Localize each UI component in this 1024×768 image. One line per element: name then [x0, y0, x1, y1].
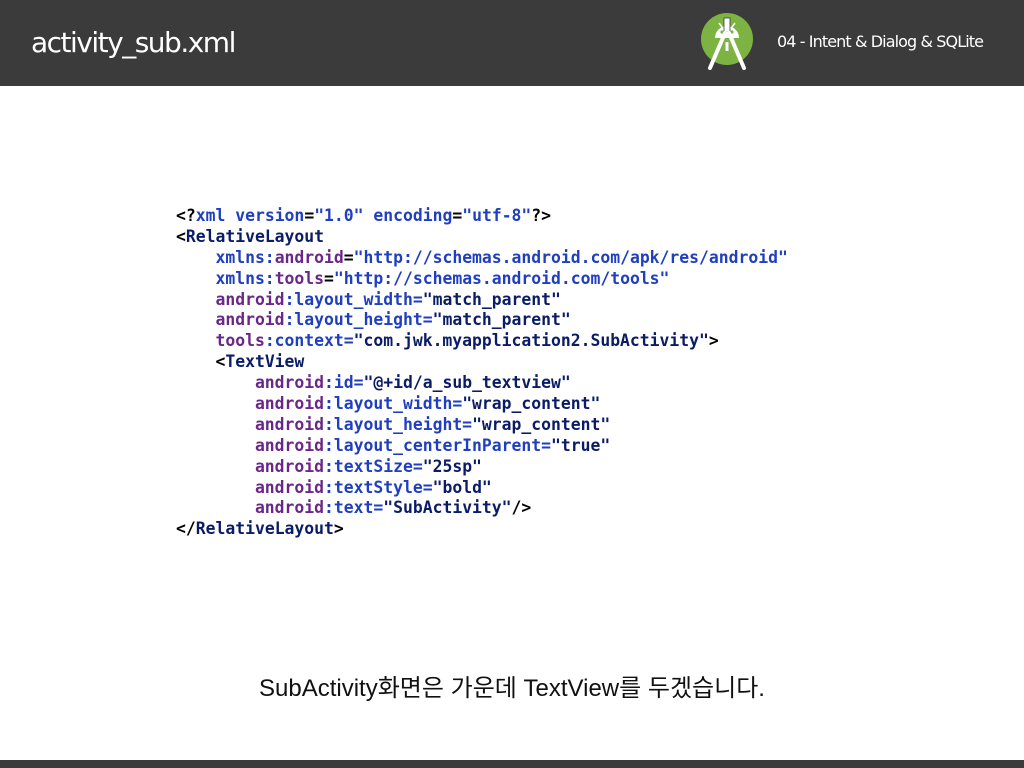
code-token: </ [176, 519, 196, 539]
code-token: < [176, 226, 186, 246]
code-token: "match_parent" [422, 289, 561, 309]
code-line: android:layout_centerInParent="true" [176, 436, 788, 457]
code-token: tools [176, 331, 265, 351]
code-token: RelativeLayout [185, 226, 325, 246]
code-token: encoding [363, 206, 453, 225]
code-token: android [176, 394, 325, 414]
code-token: "wrap_content" [472, 414, 611, 434]
code-token: "utf-8" [462, 206, 532, 225]
code-line: xmlns:tools="http://schemas.android.com/… [176, 269, 788, 290]
code-token: xmlns: [176, 268, 275, 288]
code-token: "25sp" [422, 456, 482, 476]
code-token: = [324, 268, 334, 288]
code-token: :id= [324, 373, 364, 393]
code-token: android [176, 477, 325, 497]
code-token: :layout_centerInParent= [324, 435, 551, 455]
android-studio-logo-icon [701, 13, 753, 70]
code-token: :context= [264, 331, 354, 351]
code-line: <RelativeLayout [176, 227, 788, 248]
code-token: "http://schemas.android.com/apk/res/andr… [353, 247, 788, 267]
code-token: xmlns: [176, 247, 275, 267]
code-line: android:textStyle="bold" [176, 478, 788, 499]
code-token: :text= [324, 498, 384, 518]
code-line: android:layout_height="match_parent" [176, 310, 788, 331]
code-token: = [452, 206, 463, 225]
code-token: "bold" [432, 477, 492, 497]
code-token: "http://schemas.android.com/tools" [333, 268, 670, 288]
code-block: <?xml version="1.0" encoding="utf-8"?> <R… [176, 206, 788, 540]
code-token: > [333, 519, 344, 539]
code-token: = [304, 206, 315, 225]
code-token: "wrap_content" [462, 394, 601, 414]
code-token: android [274, 247, 344, 267]
code-token: "true" [551, 435, 611, 455]
code-token: android [176, 498, 325, 518]
code-token: :layout_height= [324, 414, 473, 434]
code-token: "SubActivity" [383, 498, 512, 518]
code-line: android:textSize="25sp" [176, 457, 788, 478]
code-token: /> [511, 498, 532, 518]
code-token: android [176, 414, 325, 434]
chapter-label: 04 - Intent & Dialog & SQLite [777, 32, 984, 51]
code-line: android:layout_width="wrap_content" [176, 394, 788, 415]
code-line: android:layout_height="wrap_content" [176, 415, 788, 436]
code-token: "1.0" [314, 206, 364, 225]
code-token: TextView [225, 352, 305, 372]
code-token: "com.jwk.myapplication2.SubActivity" [353, 331, 709, 351]
code-token: :layout_width= [284, 289, 423, 309]
code-token: tools [274, 268, 325, 288]
code-token: "@+id/a_sub_textview" [363, 373, 571, 393]
code-token: xml version [195, 206, 305, 225]
code-line: android:id="@+id/a_sub_textview" [176, 373, 788, 394]
slide-caption: SubActivity화면은 가운데 TextView를 두겠습니다. [259, 675, 765, 702]
code-token: ?> [531, 206, 552, 225]
code-token: :layout_height= [284, 310, 433, 330]
code-token: <? [176, 206, 196, 225]
code-token: = [343, 247, 354, 267]
code-line: <?xml version="1.0" encoding="utf-8"?> [176, 206, 788, 227]
code-token: :textSize= [324, 456, 423, 476]
code-line: <TextView [176, 352, 788, 373]
code-token: android [176, 373, 325, 393]
code-token: :textStyle= [324, 477, 433, 497]
code-token: android [176, 435, 325, 455]
slide-header: activity_sub.xml 04 - Intent & Dialog & … [0, 0, 1024, 86]
code-line: android:text="SubActivity"/> [176, 498, 788, 519]
code-token: android [176, 289, 285, 309]
code-line: </RelativeLayout> [176, 519, 788, 540]
code-token: RelativeLayout [195, 519, 334, 539]
code-token: :layout_width= [324, 394, 463, 414]
code-token: < [176, 352, 226, 372]
code-token: "match_parent" [432, 310, 571, 330]
slide-title: activity_sub.xml [31, 26, 236, 59]
code-line: xmlns:android="http://schemas.android.co… [176, 247, 788, 269]
code-token: > [708, 331, 719, 351]
code-line: tools:context="com.jwk.myapplication2.Su… [176, 331, 788, 352]
code-line: android:layout_width="match_parent" [176, 290, 788, 311]
code-token: android [176, 456, 325, 476]
footer-bar [0, 760, 1024, 768]
code-token: android [176, 310, 285, 330]
